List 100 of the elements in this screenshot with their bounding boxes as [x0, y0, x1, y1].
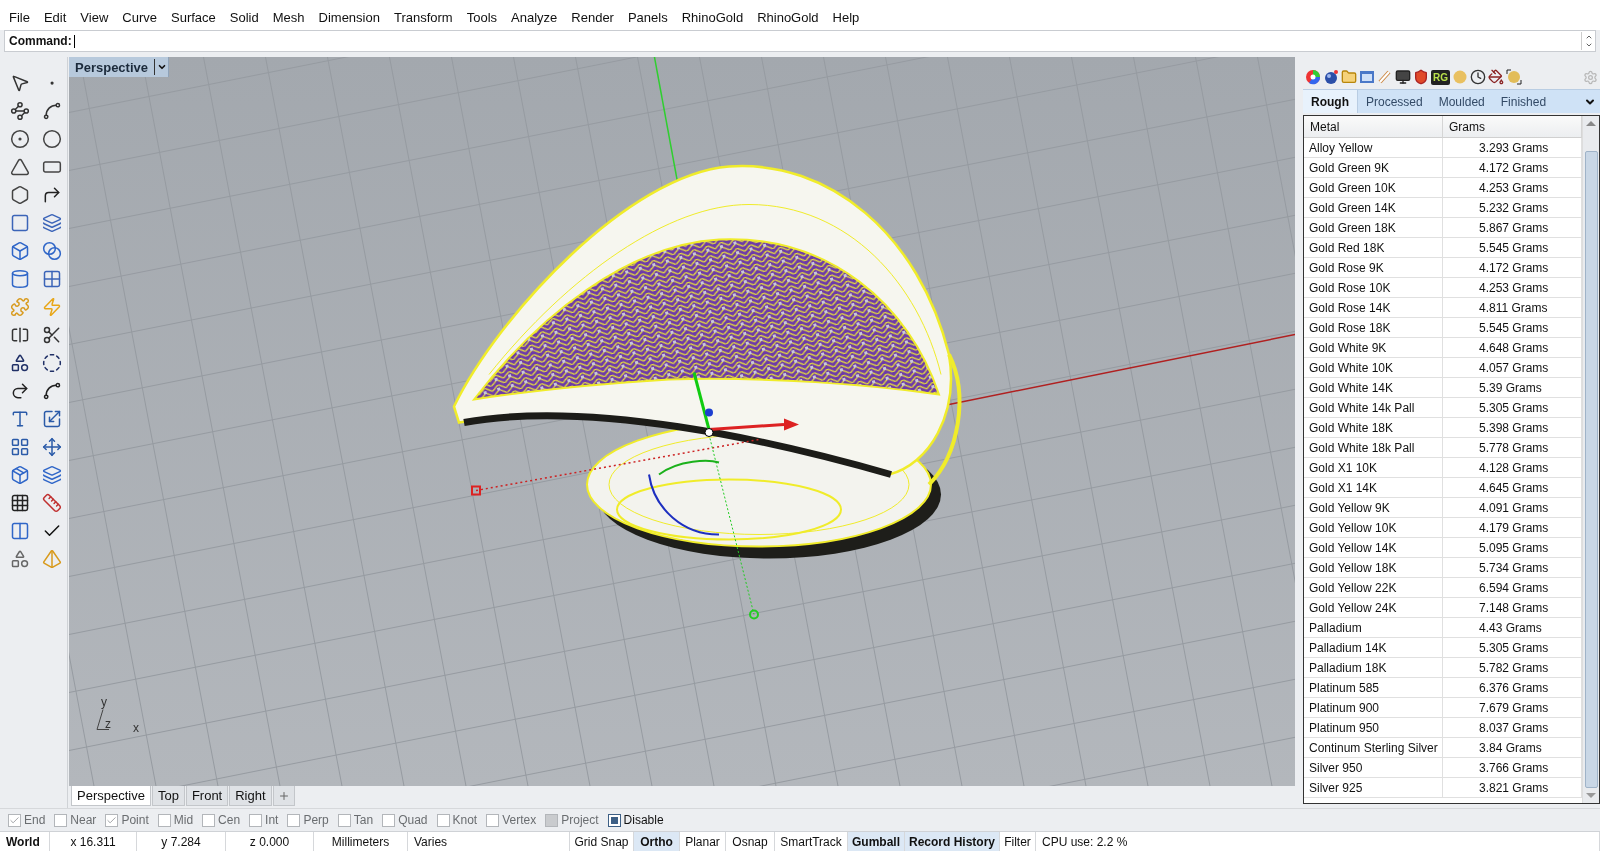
panel-tab[interactable]: Processed — [1358, 90, 1431, 113]
osnap-checkbox[interactable]: Tan — [337, 813, 374, 827]
command-field[interactable]: Command: — [4, 30, 1596, 52]
help-window-icon[interactable] — [1359, 69, 1375, 85]
disable-checkbox[interactable]: Disable — [607, 813, 664, 827]
sphere-icon[interactable] — [1323, 69, 1339, 85]
cube-icon[interactable] — [10, 241, 30, 261]
table-cell: Gold White 18k Pall — [1304, 438, 1443, 458]
panel-tab[interactable]: Rough — [1303, 90, 1358, 113]
osnap-checkbox[interactable]: Vertex — [486, 813, 537, 827]
box-icon[interactable] — [10, 465, 30, 485]
menu-item[interactable]: Panels — [620, 9, 675, 25]
panel-tab[interactable]: Moulded — [1430, 90, 1493, 113]
split-icon[interactable] — [10, 325, 30, 345]
logo[interactable]: RG — [1431, 69, 1450, 85]
table-cell: Gold Rose 14K — [1304, 298, 1443, 318]
plane-status[interactable]: World — [0, 832, 50, 851]
menu-item[interactable]: Help — [825, 9, 867, 25]
table-cell: Palladium 18K — [1304, 658, 1443, 678]
menu-item[interactable]: View — [73, 9, 116, 25]
trim-icon[interactable] — [42, 325, 62, 345]
osnap-checkbox[interactable]: Int — [249, 813, 279, 827]
axis-label: x — [133, 721, 139, 735]
spheres-icon[interactable] — [42, 241, 62, 261]
viewport-tab[interactable]: Front — [185, 786, 229, 806]
grid-surface-icon[interactable] — [42, 269, 62, 289]
menu-item[interactable]: Analyze — [504, 9, 565, 25]
viewport[interactable]: Perspective y z x — [69, 57, 1295, 786]
shapes-icon[interactable] — [10, 353, 30, 373]
scrollbar[interactable] — [1582, 116, 1599, 803]
menu-item[interactable]: RhinoGold — [674, 9, 751, 25]
tick-icon — [9, 814, 20, 826]
panels-icon[interactable] — [10, 521, 30, 541]
circles-icon[interactable] — [42, 353, 62, 373]
text-icon[interactable] — [10, 409, 30, 429]
pointer-icon[interactable] — [10, 73, 30, 93]
status-toggle[interactable]: Ortho — [634, 832, 680, 851]
table-cell: Continum Sterling Silver — [1304, 738, 1443, 758]
menu-item[interactable]: File — [2, 9, 37, 25]
menu-item[interactable]: Render — [564, 9, 621, 25]
osnap-checkbox[interactable]: Cen — [202, 813, 241, 827]
menu-item[interactable]: Tools — [459, 9, 505, 25]
table-cell: Gold White 18K — [1304, 418, 1443, 438]
menu-item[interactable]: Curve — [115, 9, 164, 25]
panel-tab[interactable]: Finished — [1492, 90, 1555, 113]
menu-item[interactable]: Mesh — [265, 9, 312, 25]
array-icon[interactable] — [10, 493, 30, 513]
gumball-drawing[interactable] — [471, 372, 799, 620]
clock-icon[interactable] — [1470, 69, 1486, 85]
curve-icon[interactable] — [42, 101, 62, 121]
table-cell: Gold Yellow 9K — [1304, 498, 1443, 518]
units-status[interactable]: Millimeters — [314, 832, 408, 851]
menu-item[interactable]: Transform — [386, 9, 460, 25]
ellipse-icon[interactable] — [42, 129, 62, 149]
bucket-icon[interactable] — [1488, 69, 1504, 85]
monitor-icon[interactable] — [1395, 69, 1411, 85]
dropdown-icon[interactable] — [156, 62, 167, 72]
triangle-icon[interactable] — [10, 157, 30, 177]
shield-icon[interactable] — [1413, 69, 1429, 85]
viewport-tab[interactable]: Top — [151, 786, 185, 806]
move-icon[interactable] — [42, 437, 62, 457]
polyline-icon[interactable] — [10, 101, 30, 121]
osnap-checkbox[interactable]: Perp — [287, 813, 329, 827]
hexagon-icon[interactable] — [10, 185, 30, 205]
menu-item[interactable]: Solid — [222, 9, 266, 25]
status-toggle[interactable]: Gumball — [848, 832, 905, 851]
osnap-checkbox[interactable]: Quad — [382, 813, 428, 827]
table-cell: Gold White 14K — [1304, 378, 1443, 398]
offset-curve-icon[interactable] — [42, 381, 62, 401]
blocks-icon[interactable] — [10, 437, 30, 457]
osnap-checkbox[interactable]: End — [8, 813, 46, 827]
table-cell: Gold Green 14K — [1304, 198, 1443, 218]
osnap-checkbox[interactable]: Knot — [436, 813, 478, 827]
scale-icon[interactable] — [42, 409, 62, 429]
layer-status[interactable]: Varies — [408, 832, 570, 851]
osnap-checkbox[interactable]: Mid — [157, 813, 194, 827]
viewport-tab[interactable]: Perspective — [71, 786, 151, 806]
status-toggle[interactable]: Filter — [1000, 832, 1036, 851]
status-toggle[interactable]: Planar — [680, 832, 726, 851]
status-toggle[interactable]: Osnap — [726, 832, 775, 851]
viewport-tab[interactable]: Right — [229, 786, 272, 806]
osnap-checkbox[interactable]: Near — [54, 813, 97, 827]
column-header[interactable]: Grams — [1443, 116, 1582, 138]
menu-item[interactable]: Dimension — [311, 9, 387, 25]
color-wheel-icon[interactable] — [1305, 69, 1321, 85]
osnap-checkbox[interactable]: Point — [105, 813, 149, 827]
cylinder-icon[interactable] — [10, 269, 30, 289]
menu-item[interactable]: Surface — [164, 9, 223, 25]
column-header[interactable]: Metal — [1304, 116, 1443, 138]
surface-icon[interactable] — [10, 213, 30, 233]
ruler-icon[interactable] — [42, 493, 62, 513]
folder-icon[interactable] — [1341, 69, 1357, 85]
circle-icon[interactable] — [10, 129, 30, 149]
solids-icon[interactable] — [10, 549, 30, 569]
table-cell: Palladium 14K — [1304, 638, 1443, 658]
status-toggle[interactable]: Record History — [905, 832, 1000, 851]
menu-item[interactable]: Edit — [36, 9, 74, 25]
menu-item[interactable]: RhinoGold — [750, 9, 826, 25]
viewport-title[interactable]: Perspective — [69, 57, 169, 77]
coordinate-status: x 16.311 — [50, 832, 137, 851]
